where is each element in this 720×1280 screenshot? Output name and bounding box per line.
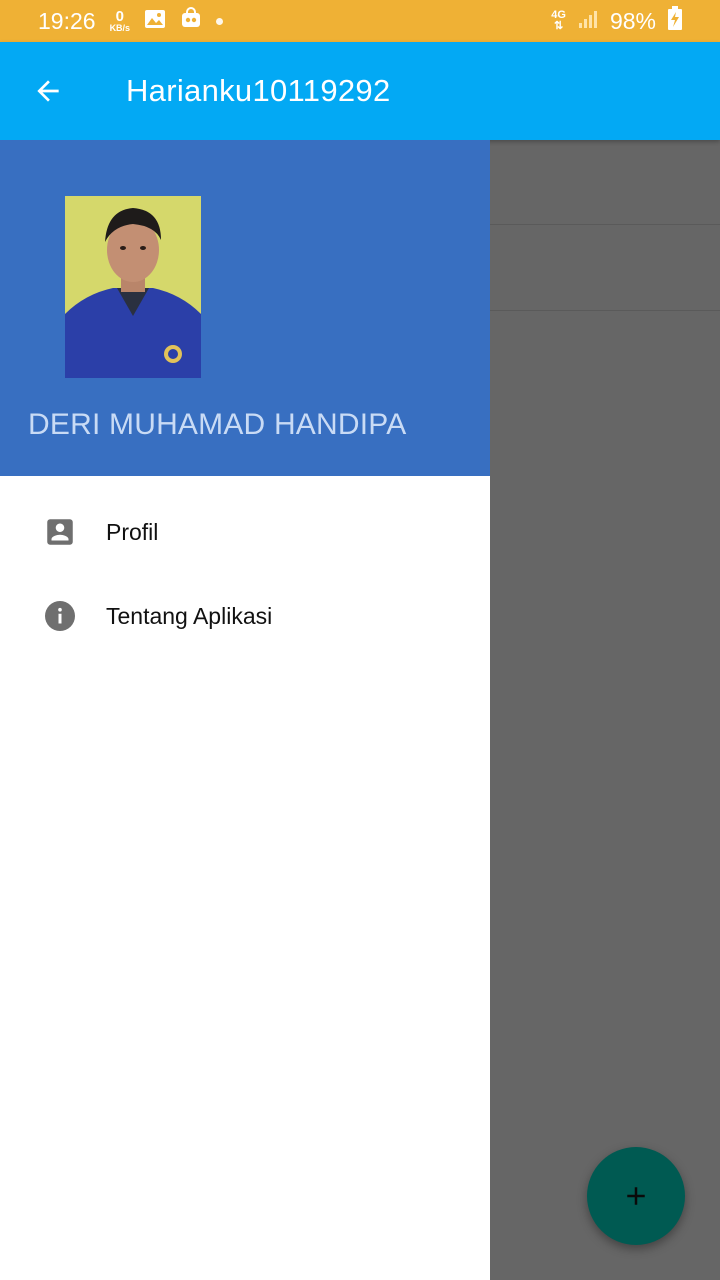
status-bar: 19:26 0 KB/s 4G ⇅ 98% <box>0 0 720 42</box>
network-speed-value: 0 <box>115 8 124 25</box>
signal-icon <box>578 8 598 35</box>
user-name: DERI MUHAMAD HANDIPA <box>28 408 407 441</box>
gallery-icon <box>144 8 166 35</box>
network-type: 4G ⇅ <box>551 10 566 32</box>
data-arrows-icon: ⇅ <box>554 20 564 32</box>
app-bar: Harianku10119292 <box>0 42 720 140</box>
add-fab-button[interactable] <box>587 1147 685 1245</box>
network-speed-unit: KB/s <box>109 23 131 33</box>
battery-percent: 98% <box>609 7 656 34</box>
list-divider <box>490 310 720 311</box>
status-left: 19:26 0 KB/s <box>38 7 224 35</box>
status-time: 19:26 <box>38 7 96 34</box>
network-speed: 0 KB/s <box>110 9 131 33</box>
drawer-item-label: Profil <box>106 518 159 545</box>
avatar <box>65 196 201 378</box>
app-title: Harianku10119292 <box>126 73 391 108</box>
battery-charging-icon <box>668 6 682 36</box>
drawer-header: DERI MUHAMAD HANDIPA <box>0 140 490 476</box>
drawer-item-profil[interactable]: Profil <box>0 490 490 574</box>
list-divider <box>490 224 720 225</box>
navigation-drawer: DERI MUHAMAD HANDIPA Profil Tentang Apli… <box>0 140 490 1280</box>
status-right: 4G ⇅ 98% <box>551 6 682 36</box>
back-button[interactable] <box>18 61 78 121</box>
add-icon <box>627 1187 645 1205</box>
drawer-item-label: Tentang Aplikasi <box>106 602 273 629</box>
shopping-bag-icon <box>180 7 202 35</box>
drawer-item-tentang-aplikasi[interactable]: Tentang Aplikasi <box>0 574 490 658</box>
notification-dot-icon <box>216 17 224 25</box>
info-icon <box>40 596 80 636</box>
screen: 19:26 0 KB/s 4G ⇅ 98% Harianku10119292 D… <box>0 0 720 1280</box>
account-box-icon <box>40 512 80 552</box>
arrow-back-icon <box>37 80 59 102</box>
